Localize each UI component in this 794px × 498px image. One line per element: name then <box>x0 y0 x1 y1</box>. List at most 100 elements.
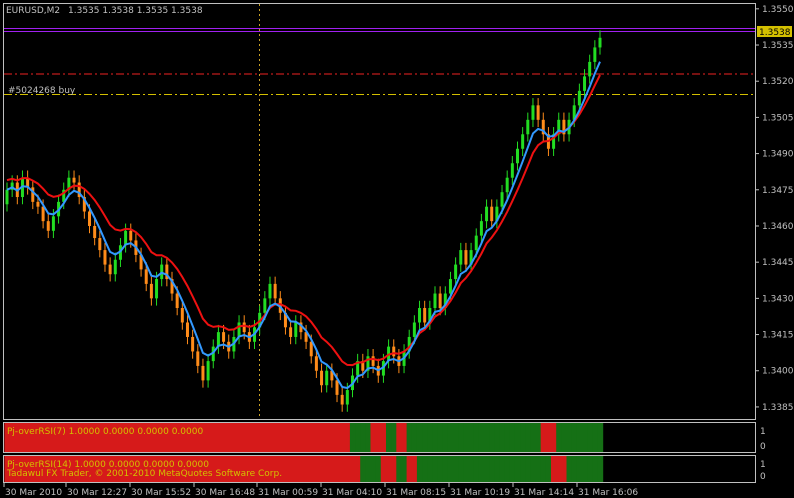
price-label: 1.3520 <box>762 77 794 87</box>
up-brick <box>155 279 159 299</box>
up-brick <box>206 361 210 381</box>
indicator-bar <box>401 423 408 452</box>
down-brick <box>180 308 184 323</box>
indicator-bar <box>411 423 418 452</box>
time-label: 31 Mar 04:10 <box>322 488 382 498</box>
indicator-bar <box>221 423 227 452</box>
down-brick <box>175 293 179 309</box>
down-brick <box>309 341 313 357</box>
up-brick <box>5 189 9 205</box>
indicator-bar <box>282 456 289 482</box>
indicator-bar <box>489 456 495 482</box>
indicator-bar <box>504 423 511 452</box>
time-label: 30 Mar 16:48 <box>195 488 255 498</box>
time-label: 31 Mar 14:14 <box>514 488 574 498</box>
up-brick <box>588 61 592 77</box>
up-brick <box>51 216 55 231</box>
chart-canvas[interactable]: EURUSD,M2 1.3535 1.3538 1.3535 1.3538 #5… <box>0 0 794 498</box>
indicator-bar <box>267 423 274 452</box>
up-brick <box>268 283 272 299</box>
indicator-bar <box>241 423 248 452</box>
down-brick <box>536 105 540 120</box>
time-label: 31 Mar 16:06 <box>578 488 638 498</box>
indicator-bar <box>576 423 583 452</box>
copyright: Tadawul FX Trader, © 2001-2010 MetaQuote… <box>6 469 282 479</box>
indicator-bar <box>329 456 336 482</box>
indicator-bar <box>298 456 305 482</box>
down-brick <box>273 283 277 299</box>
indicator-bar <box>334 423 341 452</box>
indicator-bar <box>432 423 439 452</box>
indicator-bar <box>442 456 449 482</box>
up-brick <box>433 293 437 309</box>
up-brick <box>418 308 422 323</box>
indicator-bar <box>427 456 434 482</box>
indicator-bar <box>561 456 568 482</box>
down-brick <box>222 332 226 342</box>
indicator-bar <box>380 423 387 452</box>
indicator-bar <box>231 423 238 452</box>
indicator-bar <box>478 456 485 482</box>
indicator-bar <box>494 423 501 452</box>
price-label: 1.3550 <box>762 5 794 15</box>
indicator-bar <box>349 423 356 452</box>
down-brick <box>242 322 246 333</box>
indicator-bar <box>360 456 366 482</box>
indicator-bar <box>365 423 372 452</box>
indicator-bar <box>360 423 366 452</box>
indicator-bar <box>514 423 521 452</box>
price-label: 1.3385 <box>762 403 794 413</box>
up-brick <box>526 119 530 135</box>
indicator-bar <box>205 423 212 452</box>
up-brick <box>598 37 602 48</box>
indicator-bar <box>375 423 382 452</box>
ma-fast-line <box>6 61 601 390</box>
up-brick <box>515 148 519 164</box>
indicator-bar <box>246 423 253 452</box>
down-brick <box>36 201 40 207</box>
indicator-bar <box>592 423 599 452</box>
indicator-bar <box>571 423 578 452</box>
indicator-bar <box>520 423 526 452</box>
indicator-bar <box>288 456 294 482</box>
indicator1-label: Pj-overRSI(7) 1.0000 0.0000 0.0000 0.000… <box>7 427 203 437</box>
down-brick <box>464 250 468 265</box>
down-brick <box>423 308 427 323</box>
indicator-bar <box>530 456 537 482</box>
indicator-bar <box>432 456 439 482</box>
down-brick <box>392 346 396 357</box>
time-label: 30 Mar 15:52 <box>131 488 191 498</box>
indicator-bar <box>215 423 222 452</box>
up-brick <box>531 105 535 120</box>
indicator-bar <box>416 423 423 452</box>
indicator2-scale-top: 1 <box>760 460 766 470</box>
indicator-bar <box>535 456 542 482</box>
down-brick <box>289 327 293 337</box>
indicator-bar <box>458 423 464 452</box>
indicator-bar <box>298 423 305 452</box>
indicator1-scale-top: 1 <box>760 427 766 437</box>
indicator-bar <box>540 456 547 482</box>
indicator-bar <box>484 423 490 452</box>
indicator-bar <box>468 456 475 482</box>
up-brick <box>474 235 478 251</box>
price-label: 1.3475 <box>762 186 794 196</box>
indicator-bar <box>453 456 459 482</box>
up-brick <box>345 390 349 405</box>
down-brick <box>438 293 442 309</box>
indicator-bar <box>494 456 501 482</box>
current-price-label: 1.3538 <box>759 28 791 38</box>
up-brick <box>294 322 298 337</box>
indicator-bar <box>375 456 382 482</box>
indicator-bar <box>422 456 428 482</box>
up-brick <box>124 230 128 246</box>
down-brick <box>490 206 494 222</box>
down-brick <box>98 238 102 251</box>
down-brick <box>93 225 97 239</box>
down-brick <box>149 283 153 299</box>
indicator-bar <box>251 423 258 452</box>
order-label: #5024268 buy <box>8 86 76 96</box>
price-axis: 1.3550 1.3535 1.3520 1.3505 1.3490 1.3475 1.34… <box>755 5 794 413</box>
indicator-bar <box>380 456 387 482</box>
indicator-bar <box>226 423 232 452</box>
